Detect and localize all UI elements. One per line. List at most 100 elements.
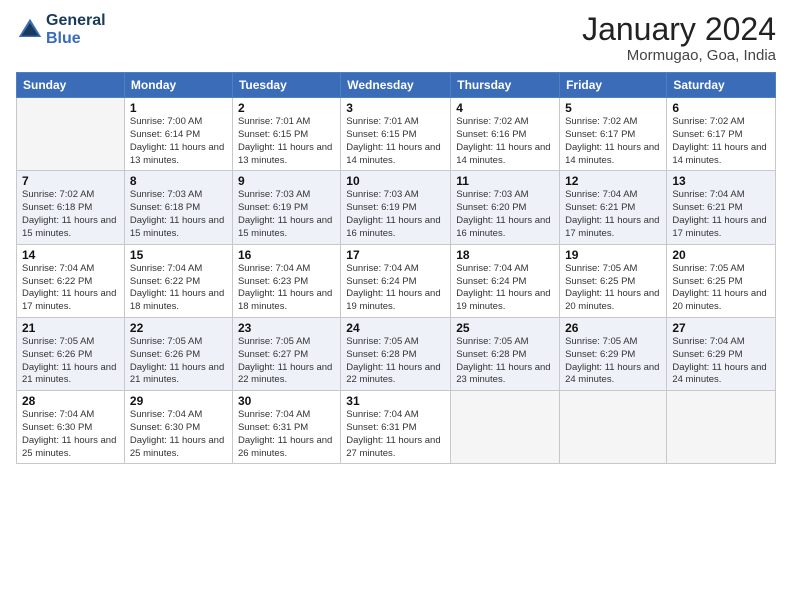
day-info: Sunrise: 7:04 AMSunset: 6:24 PMDaylight:… xyxy=(346,263,445,314)
table-row: 14Sunrise: 7:04 AMSunset: 6:22 PMDayligh… xyxy=(17,244,125,317)
day-number: 10 xyxy=(346,174,445,188)
day-number: 18 xyxy=(456,248,554,262)
day-number: 28 xyxy=(22,394,119,408)
day-number: 13 xyxy=(672,174,770,188)
calendar-week-row: 21Sunrise: 7:05 AMSunset: 6:26 PMDayligh… xyxy=(17,317,776,390)
col-monday: Monday xyxy=(124,73,232,98)
day-info: Sunrise: 7:05 AMSunset: 6:28 PMDaylight:… xyxy=(346,336,445,387)
day-info: Sunrise: 7:04 AMSunset: 6:29 PMDaylight:… xyxy=(672,336,770,387)
table-row: 13Sunrise: 7:04 AMSunset: 6:21 PMDayligh… xyxy=(667,171,776,244)
calendar-week-row: 1Sunrise: 7:00 AMSunset: 6:14 PMDaylight… xyxy=(17,98,776,171)
day-number: 3 xyxy=(346,101,445,115)
day-number: 5 xyxy=(565,101,661,115)
table-row: 7Sunrise: 7:02 AMSunset: 6:18 PMDaylight… xyxy=(17,171,125,244)
day-number: 24 xyxy=(346,321,445,335)
table-row xyxy=(560,391,667,464)
day-number: 2 xyxy=(238,101,335,115)
day-number: 26 xyxy=(565,321,661,335)
table-row xyxy=(667,391,776,464)
table-row: 20Sunrise: 7:05 AMSunset: 6:25 PMDayligh… xyxy=(667,244,776,317)
col-wednesday: Wednesday xyxy=(341,73,451,98)
logo-icon xyxy=(16,16,44,44)
table-row: 10Sunrise: 7:03 AMSunset: 6:19 PMDayligh… xyxy=(341,171,451,244)
day-info: Sunrise: 7:04 AMSunset: 6:30 PMDaylight:… xyxy=(22,409,119,460)
day-info: Sunrise: 7:04 AMSunset: 6:23 PMDaylight:… xyxy=(238,263,335,314)
day-number: 9 xyxy=(238,174,335,188)
day-info: Sunrise: 7:04 AMSunset: 6:31 PMDaylight:… xyxy=(346,409,445,460)
table-row: 24Sunrise: 7:05 AMSunset: 6:28 PMDayligh… xyxy=(341,317,451,390)
table-row: 8Sunrise: 7:03 AMSunset: 6:18 PMDaylight… xyxy=(124,171,232,244)
day-number: 6 xyxy=(672,101,770,115)
day-info: Sunrise: 7:03 AMSunset: 6:18 PMDaylight:… xyxy=(130,189,227,240)
day-info: Sunrise: 7:04 AMSunset: 6:30 PMDaylight:… xyxy=(130,409,227,460)
table-row: 2Sunrise: 7:01 AMSunset: 6:15 PMDaylight… xyxy=(232,98,340,171)
calendar-week-row: 14Sunrise: 7:04 AMSunset: 6:22 PMDayligh… xyxy=(17,244,776,317)
day-info: Sunrise: 7:02 AMSunset: 6:16 PMDaylight:… xyxy=(456,116,554,167)
table-row: 29Sunrise: 7:04 AMSunset: 6:30 PMDayligh… xyxy=(124,391,232,464)
table-row: 18Sunrise: 7:04 AMSunset: 6:24 PMDayligh… xyxy=(451,244,560,317)
table-row xyxy=(17,98,125,171)
day-info: Sunrise: 7:03 AMSunset: 6:19 PMDaylight:… xyxy=(238,189,335,240)
day-info: Sunrise: 7:04 AMSunset: 6:21 PMDaylight:… xyxy=(672,189,770,240)
day-number: 1 xyxy=(130,101,227,115)
col-tuesday: Tuesday xyxy=(232,73,340,98)
calendar-table: Sunday Monday Tuesday Wednesday Thursday… xyxy=(16,72,776,464)
table-row: 28Sunrise: 7:04 AMSunset: 6:30 PMDayligh… xyxy=(17,391,125,464)
day-number: 14 xyxy=(22,248,119,262)
table-row: 3Sunrise: 7:01 AMSunset: 6:15 PMDaylight… xyxy=(341,98,451,171)
day-info: Sunrise: 7:03 AMSunset: 6:19 PMDaylight:… xyxy=(346,189,445,240)
day-info: Sunrise: 7:04 AMSunset: 6:22 PMDaylight:… xyxy=(130,263,227,314)
logo-text-blue: Blue xyxy=(46,30,106,48)
day-number: 27 xyxy=(672,321,770,335)
day-info: Sunrise: 7:05 AMSunset: 6:26 PMDaylight:… xyxy=(22,336,119,387)
col-sunday: Sunday xyxy=(17,73,125,98)
day-info: Sunrise: 7:04 AMSunset: 6:22 PMDaylight:… xyxy=(22,263,119,314)
day-number: 15 xyxy=(130,248,227,262)
day-info: Sunrise: 7:04 AMSunset: 6:31 PMDaylight:… xyxy=(238,409,335,460)
page: General Blue January 2024 Mormugao, Goa,… xyxy=(0,0,792,612)
table-row: 16Sunrise: 7:04 AMSunset: 6:23 PMDayligh… xyxy=(232,244,340,317)
day-number: 30 xyxy=(238,394,335,408)
table-row: 19Sunrise: 7:05 AMSunset: 6:25 PMDayligh… xyxy=(560,244,667,317)
table-row: 11Sunrise: 7:03 AMSunset: 6:20 PMDayligh… xyxy=(451,171,560,244)
day-info: Sunrise: 7:00 AMSunset: 6:14 PMDaylight:… xyxy=(130,116,227,167)
table-row: 4Sunrise: 7:02 AMSunset: 6:16 PMDaylight… xyxy=(451,98,560,171)
calendar-week-row: 28Sunrise: 7:04 AMSunset: 6:30 PMDayligh… xyxy=(17,391,776,464)
table-row: 26Sunrise: 7:05 AMSunset: 6:29 PMDayligh… xyxy=(560,317,667,390)
day-number: 23 xyxy=(238,321,335,335)
day-info: Sunrise: 7:03 AMSunset: 6:20 PMDaylight:… xyxy=(456,189,554,240)
day-info: Sunrise: 7:05 AMSunset: 6:27 PMDaylight:… xyxy=(238,336,335,387)
table-row: 17Sunrise: 7:04 AMSunset: 6:24 PMDayligh… xyxy=(341,244,451,317)
day-number: 20 xyxy=(672,248,770,262)
day-info: Sunrise: 7:02 AMSunset: 6:18 PMDaylight:… xyxy=(22,189,119,240)
header: General Blue January 2024 Mormugao, Goa,… xyxy=(16,12,776,64)
day-info: Sunrise: 7:02 AMSunset: 6:17 PMDaylight:… xyxy=(565,116,661,167)
table-row: 5Sunrise: 7:02 AMSunset: 6:17 PMDaylight… xyxy=(560,98,667,171)
day-number: 4 xyxy=(456,101,554,115)
table-row: 22Sunrise: 7:05 AMSunset: 6:26 PMDayligh… xyxy=(124,317,232,390)
day-number: 29 xyxy=(130,394,227,408)
day-info: Sunrise: 7:05 AMSunset: 6:28 PMDaylight:… xyxy=(456,336,554,387)
day-info: Sunrise: 7:01 AMSunset: 6:15 PMDaylight:… xyxy=(238,116,335,167)
table-row: 30Sunrise: 7:04 AMSunset: 6:31 PMDayligh… xyxy=(232,391,340,464)
day-number: 21 xyxy=(22,321,119,335)
day-number: 31 xyxy=(346,394,445,408)
day-number: 17 xyxy=(346,248,445,262)
logo: General Blue xyxy=(16,12,106,47)
table-row: 15Sunrise: 7:04 AMSunset: 6:22 PMDayligh… xyxy=(124,244,232,317)
day-info: Sunrise: 7:02 AMSunset: 6:17 PMDaylight:… xyxy=(672,116,770,167)
day-info: Sunrise: 7:05 AMSunset: 6:25 PMDaylight:… xyxy=(565,263,661,314)
day-info: Sunrise: 7:05 AMSunset: 6:26 PMDaylight:… xyxy=(130,336,227,387)
day-number: 19 xyxy=(565,248,661,262)
day-info: Sunrise: 7:04 AMSunset: 6:21 PMDaylight:… xyxy=(565,189,661,240)
table-row: 1Sunrise: 7:00 AMSunset: 6:14 PMDaylight… xyxy=(124,98,232,171)
logo-text-general: General xyxy=(46,12,106,30)
table-row xyxy=(451,391,560,464)
day-info: Sunrise: 7:04 AMSunset: 6:24 PMDaylight:… xyxy=(456,263,554,314)
day-number: 11 xyxy=(456,174,554,188)
day-number: 16 xyxy=(238,248,335,262)
location-subtitle: Mormugao, Goa, India xyxy=(582,47,776,64)
title-area: January 2024 Mormugao, Goa, India xyxy=(582,12,776,64)
calendar-header-row: Sunday Monday Tuesday Wednesday Thursday… xyxy=(17,73,776,98)
table-row: 27Sunrise: 7:04 AMSunset: 6:29 PMDayligh… xyxy=(667,317,776,390)
